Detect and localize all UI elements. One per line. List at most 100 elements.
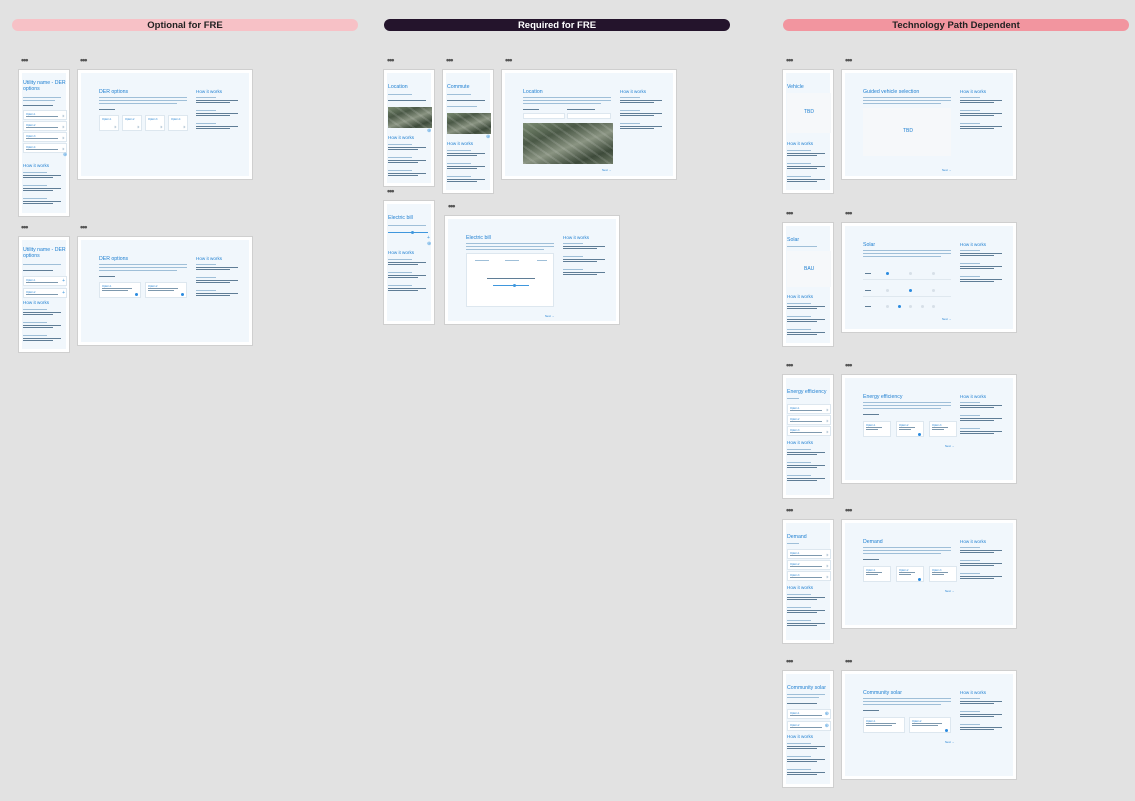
satellite-map[interactable]: [388, 107, 432, 128]
option-card[interactable]: Option 1: [863, 717, 905, 733]
frame-menu-icon[interactable]: •••: [786, 56, 794, 65]
commute-input[interactable]: [567, 113, 611, 119]
energy-efficiency-mobile-frame[interactable]: Energy efficiency Option 1 Option 2 Opti…: [782, 374, 834, 499]
option-card[interactable]: Option 4: [168, 115, 188, 131]
demand-mobile-frame[interactable]: Demand Option 1 Option 2 Option 3 How it…: [782, 519, 834, 644]
commute-mobile-frame[interactable]: Commute ⊕ How it works: [442, 69, 494, 194]
option-card[interactable]: Option 2: [909, 717, 951, 733]
option-dot[interactable]: [886, 305, 889, 308]
option-card[interactable]: Option 2: [122, 115, 142, 131]
utility-der-options-mobile-frame[interactable]: Utility name - DER options Option 1 Opti…: [18, 69, 70, 217]
electric-bill-mobile-frame[interactable]: Electric bill + ⊕ How it works: [383, 200, 435, 325]
option-card[interactable]: Option 1: [787, 404, 831, 414]
next-link[interactable]: Next →: [945, 589, 954, 593]
electric-bill-desktop-frame[interactable]: Electric bill Next → How it works: [444, 215, 620, 325]
frame-menu-icon[interactable]: •••: [80, 223, 88, 232]
der-options-desktop-frame-2[interactable]: DER options Option 1 Option 2 How it wor…: [77, 236, 253, 346]
frame-menu-icon[interactable]: •••: [845, 657, 853, 666]
frame-menu-icon[interactable]: •••: [448, 202, 456, 211]
location-desktop-frame[interactable]: Location Next → How it works: [501, 69, 677, 180]
next-link[interactable]: Next →: [945, 444, 954, 448]
next-link[interactable]: Next →: [545, 314, 554, 318]
option-card[interactable]: Option 4: [23, 143, 67, 153]
option-card[interactable]: Option 3: [23, 132, 67, 142]
bill-slider[interactable]: [493, 285, 529, 286]
utility-der-options-mobile-frame-2[interactable]: Utility name - DER options Option 1 + Opt…: [18, 236, 70, 353]
frame-menu-icon[interactable]: •••: [21, 223, 29, 232]
option-card[interactable]: Option 3: [145, 115, 165, 131]
option-card[interactable]: Option 1: [23, 110, 67, 120]
option-dot-selected[interactable]: [886, 272, 889, 275]
option-dot[interactable]: [886, 289, 889, 292]
frame-menu-icon[interactable]: •••: [786, 209, 794, 218]
frame-menu-icon[interactable]: •••: [387, 187, 395, 196]
address-input[interactable]: [523, 113, 565, 119]
option-card[interactable]: Option 3: [929, 566, 957, 582]
option-dot[interactable]: [932, 272, 935, 275]
bill-slider[interactable]: [388, 232, 428, 233]
frame-menu-icon[interactable]: •••: [845, 56, 853, 65]
option-card[interactable]: Option 3: [787, 571, 831, 581]
text-line: [960, 407, 994, 408]
option-card[interactable]: Option 2: [787, 415, 831, 425]
option-dot-selected[interactable]: [909, 289, 912, 292]
next-link[interactable]: Next →: [942, 168, 951, 172]
option-card[interactable]: Option 1: [863, 566, 891, 582]
community-solar-mobile-frame[interactable]: Community solar Option 1 ⊕ Option 2 ⊕ How …: [782, 670, 834, 788]
satellite-map[interactable]: [523, 123, 613, 164]
option-card[interactable]: Option 1: [787, 549, 831, 559]
option-card[interactable]: Option 1: [99, 115, 119, 131]
frame-menu-icon[interactable]: •••: [387, 56, 395, 65]
community-solar-desktop-frame[interactable]: Community solar Option 1 Option 2 Next →…: [841, 670, 1017, 780]
frame-menu-icon[interactable]: •••: [845, 361, 853, 370]
frame-menu-icon[interactable]: •••: [505, 56, 513, 65]
location-mobile-frame[interactable]: Location ⊕ How it works: [383, 69, 435, 187]
next-arrow-icon[interactable]: ⊕: [427, 129, 431, 134]
option-card[interactable]: Option 2: [23, 121, 67, 131]
option-card[interactable]: Option 2: [787, 560, 831, 570]
next-arrow-icon[interactable]: ⊕: [63, 153, 67, 158]
next-link[interactable]: Next →: [602, 168, 611, 172]
solar-mobile-frame[interactable]: Solar BAU How it works: [782, 222, 834, 347]
option-card[interactable]: Option 2: [145, 282, 187, 298]
solar-desktop-frame[interactable]: Solar Next → How it works: [841, 222, 1017, 333]
option-dot-selected[interactable]: [898, 305, 901, 308]
demand-desktop-frame[interactable]: Demand Option 1 Option 2 Option 3 Next →…: [841, 519, 1017, 629]
option-card[interactable]: Option 1 ⊕: [787, 709, 831, 719]
next-arrow-icon[interactable]: ⊕: [427, 242, 431, 247]
option-dot[interactable]: [909, 305, 912, 308]
option-card[interactable]: Option 2: [896, 421, 924, 437]
option-card[interactable]: Option 2 ⊕: [787, 721, 831, 731]
der-options-desktop-frame[interactable]: DER options Option 1 Option 2 Option 3 O…: [77, 69, 253, 180]
option-card[interactable]: Option 1: [863, 421, 891, 437]
option-dot[interactable]: [932, 289, 935, 292]
frame-menu-icon[interactable]: •••: [446, 56, 454, 65]
frame-menu-icon[interactable]: •••: [786, 361, 794, 370]
vehicle-desktop-frame[interactable]: Guided vehicle selection TBD Next → How …: [841, 69, 1017, 180]
next-link[interactable]: Next →: [945, 740, 954, 744]
frame-menu-icon[interactable]: •••: [21, 56, 29, 65]
frame-menu-icon[interactable]: •••: [786, 657, 794, 666]
option-card[interactable]: Option 2: [896, 566, 924, 582]
vehicle-mobile-frame[interactable]: Vehicle TBD How it works: [782, 69, 834, 194]
slider-handle[interactable]: [513, 284, 516, 287]
option-dot[interactable]: [921, 305, 924, 308]
frame-menu-icon[interactable]: •••: [80, 56, 88, 65]
energy-efficiency-desktop-frame[interactable]: Energy efficiency Option 1 Option 2 Opti…: [841, 374, 1017, 484]
option-card[interactable]: Option 1: [99, 282, 141, 298]
frame-menu-icon[interactable]: •••: [845, 209, 853, 218]
option-card[interactable]: Option 3: [929, 421, 957, 437]
option-dot[interactable]: [909, 272, 912, 275]
option-dot[interactable]: [932, 305, 935, 308]
slider-handle[interactable]: [411, 231, 414, 234]
next-arrow-icon[interactable]: ⊕: [486, 135, 490, 140]
frame-menu-icon[interactable]: •••: [845, 506, 853, 515]
option-card[interactable]: Option 2 +: [23, 288, 67, 298]
bill-input-card[interactable]: [466, 253, 554, 307]
satellite-map[interactable]: [447, 113, 491, 134]
option-card[interactable]: Option 3: [787, 426, 831, 436]
next-link[interactable]: Next →: [942, 317, 951, 321]
frame-menu-icon[interactable]: •••: [786, 506, 794, 515]
add-icon: +: [62, 278, 65, 284]
option-card[interactable]: Option 1 +: [23, 276, 67, 286]
